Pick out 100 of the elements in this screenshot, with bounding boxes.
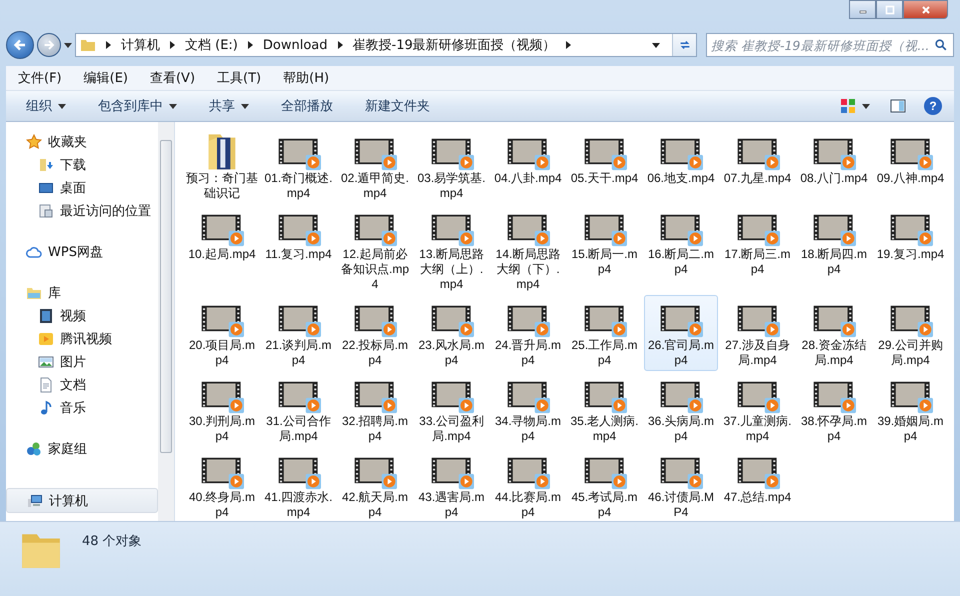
toolbar-button[interactable]: 组织 <box>16 93 76 119</box>
file-item[interactable]: 16.断局二.mp4 <box>644 204 718 280</box>
file-item[interactable]: 20.项目局.mp4 <box>185 295 259 371</box>
sidebar-item[interactable]: 收藏夹 <box>6 130 158 153</box>
toolbar-button[interactable]: 包含到库中 <box>88 93 187 119</box>
file-item[interactable]: 17.断局三.mp4 <box>720 204 794 280</box>
file-item[interactable]: 19.复习.mp4 <box>874 204 948 265</box>
menu-item[interactable]: 查看(V) <box>150 69 196 87</box>
file-item[interactable]: 02.遁甲简史.mp4 <box>338 128 412 204</box>
file-item[interactable]: 04.八卦.mp4 <box>491 128 565 189</box>
sidebar-item[interactable]: 库 <box>6 281 158 304</box>
breadcrumb-arrow-icon[interactable] <box>338 41 342 49</box>
file-name: 32.招聘局.mp4 <box>340 414 409 444</box>
file-item[interactable]: 45.考试局.mp4 <box>568 447 642 521</box>
file-item[interactable]: 06.地支.mp4 <box>644 128 718 189</box>
recent-pages-caret-icon[interactable] <box>64 42 72 48</box>
file-item[interactable]: 23.风水局.mp4 <box>414 295 488 371</box>
menu-item[interactable]: 工具(T) <box>217 69 262 87</box>
sidebar-item[interactable]: 音乐 <box>6 396 158 419</box>
file-item[interactable]: 25.工作局.mp4 <box>568 295 642 371</box>
breadcrumb-item[interactable]: Download <box>262 38 328 52</box>
file-item[interactable]: 03.易学筑基.mp4 <box>414 128 488 204</box>
breadcrumb-arrow-icon[interactable] <box>106 41 111 49</box>
file-item[interactable]: 29.公司并购局.mp4 <box>874 295 948 371</box>
file-item[interactable]: 22.投标局.mp4 <box>338 295 412 371</box>
file-item[interactable]: 预习：奇门基础识记 <box>185 128 259 204</box>
dropdown-caret-icon[interactable] <box>652 42 660 48</box>
forward-button[interactable] <box>37 33 61 57</box>
file-item[interactable]: 37.儿童测病.mp4 <box>720 371 794 447</box>
file-item[interactable]: 44.比赛局.mp4 <box>491 447 565 521</box>
file-item[interactable]: 33.公司盈利局.mp4 <box>414 371 488 447</box>
sidebar-item[interactable]: 腾讯视频 <box>6 327 158 350</box>
breadcrumb-item[interactable]: 崔教授-19最新研修班面授（视频） <box>352 36 556 54</box>
sidebar-item[interactable]: 文档 <box>6 373 158 396</box>
file-item[interactable]: 18.断局四.mp4 <box>797 204 871 280</box>
file-item[interactable]: 34.寻物局.mp4 <box>491 371 565 447</box>
address-bar[interactable]: 计算机 文档 (E:) Download 崔教授-19最新研修班面授（视频） <box>75 33 697 57</box>
sidebar-item[interactable]: 家庭组 <box>6 437 158 460</box>
file-item[interactable]: 26.官司局.mp4 <box>644 295 718 371</box>
file-item[interactable]: 40.终身局.mp4 <box>185 447 259 521</box>
file-item[interactable]: 10.起局.mp4 <box>185 204 259 265</box>
file-item[interactable]: 24.晋升局.mp4 <box>491 295 565 371</box>
toolbar-button[interactable]: 全部播放 <box>271 93 343 119</box>
file-item[interactable]: 13.断局思路大纲（上）.mp4 <box>414 204 488 295</box>
file-item[interactable]: 42.航天局.mp4 <box>338 447 412 521</box>
menu-item[interactable]: 帮助(H) <box>283 69 330 87</box>
breadcrumb-item[interactable]: 计算机 <box>121 36 160 54</box>
file-item[interactable]: 31.公司合作局.mp4 <box>262 371 336 447</box>
help-button[interactable]: ? <box>924 97 942 115</box>
file-item[interactable]: 43.遇害局.mp4 <box>414 447 488 521</box>
file-item[interactable]: 09.八神.mp4 <box>874 128 948 189</box>
file-item[interactable]: 46.讨债局.MP4 <box>644 447 718 521</box>
breadcrumb-arrow-icon[interactable] <box>566 41 571 49</box>
scrollbar[interactable] <box>158 122 174 521</box>
file-item[interactable]: 05.天干.mp4 <box>568 128 642 189</box>
file-item[interactable]: 08.八门.mp4 <box>797 128 871 189</box>
breadcrumb-arrow-icon[interactable] <box>248 41 253 49</box>
file-item[interactable]: 35.老人测病.mp4 <box>568 371 642 447</box>
file-item[interactable]: 15.断局一.mp4 <box>568 204 642 280</box>
file-name: 38.怀孕局.mp4 <box>800 414 868 444</box>
menu-item[interactable]: 文件(F) <box>18 69 62 87</box>
file-item[interactable]: 30.判刑局.mp4 <box>185 371 259 447</box>
menu-item[interactable]: 编辑(E) <box>84 69 128 87</box>
file-item[interactable]: 32.招聘局.mp4 <box>338 371 412 447</box>
file-item[interactable]: 11.复习.mp4 <box>262 204 336 265</box>
file-item[interactable]: 38.怀孕局.mp4 <box>797 371 871 447</box>
video-folder-icon <box>38 330 54 346</box>
file-item[interactable]: 07.九星.mp4 <box>720 128 794 189</box>
breadcrumb-arrow-icon[interactable] <box>170 41 175 49</box>
video-thumbnail <box>582 380 626 414</box>
preview-pane-icon <box>890 98 906 114</box>
sidebar-item[interactable]: 视频 <box>6 304 158 327</box>
minimize-button[interactable] <box>849 0 876 19</box>
file-item[interactable]: 47.总结.mp4 <box>720 447 794 508</box>
sidebar-item[interactable]: 计算机 <box>6 488 158 513</box>
sidebar-item[interactable]: 最近访问的位置 <box>6 199 158 222</box>
file-item[interactable]: 21.谈判局.mp4 <box>262 295 336 371</box>
close-button[interactable] <box>903 0 948 19</box>
file-item[interactable]: 27.涉及自身局.mp4 <box>720 295 794 371</box>
search-field[interactable]: 搜索 崔教授-19最新研修班面授（视... <box>706 33 954 57</box>
toolbar-button[interactable]: 共享 <box>199 93 259 119</box>
toolbar-button[interactable]: 新建文件夹 <box>355 93 440 119</box>
sidebar-item[interactable]: 图片 <box>6 350 158 373</box>
file-item[interactable]: 28.资金冻结局.mp4 <box>797 295 871 371</box>
back-button[interactable] <box>6 31 34 59</box>
refresh-button[interactable] <box>672 34 696 56</box>
file-item[interactable]: 41.四渡赤水.mp4 <box>262 447 336 521</box>
file-item[interactable]: 01.奇门概述.mp4 <box>262 128 336 204</box>
sidebar-item[interactable]: WPS网盘 <box>6 240 158 263</box>
breadcrumb-item[interactable]: 文档 (E:) <box>185 36 238 54</box>
sidebar-item[interactable]: 下载 <box>6 153 158 176</box>
sidebar-item[interactable]: 桌面 <box>6 176 158 199</box>
video-thumbnail <box>812 380 856 414</box>
file-item[interactable]: 12.起局前必备知识点.mp4 <box>338 204 412 295</box>
file-item[interactable]: 39.婚姻局.mp4 <box>874 371 948 447</box>
file-item[interactable]: 14.断局思路大纲（下）.mp4 <box>491 204 565 295</box>
maximize-button[interactable] <box>876 0 903 19</box>
video-thumbnail <box>506 456 550 490</box>
file-item[interactable]: 36.头病局.mp4 <box>644 371 718 447</box>
file-name: 26.官司局.mp4 <box>646 338 715 368</box>
